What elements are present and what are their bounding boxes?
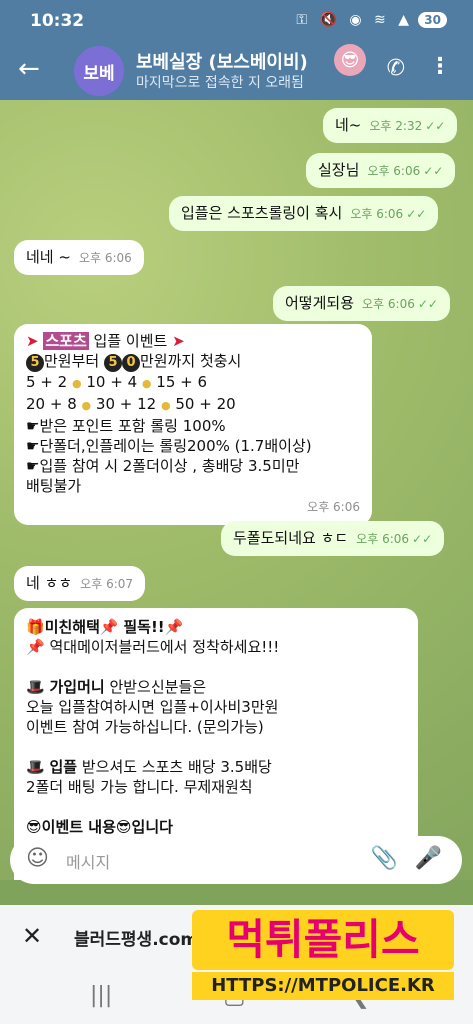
double-check-icon: ✓✓ — [423, 164, 444, 178]
coin-icon: ● — [81, 399, 92, 412]
message-text: 두폴도되네요 ㅎㄷ — [233, 529, 349, 547]
right-arrow-icon: ➤ — [172, 332, 185, 350]
message-time: 오후 6:06 — [356, 532, 410, 546]
sunglasses-icon: 😎 — [26, 818, 42, 836]
sunglasses-icon: 😎 — [334, 44, 366, 76]
event-line: 20 + 8 ● 30 + 12 ● 50 + 20 — [26, 395, 236, 413]
message-time: 오후 2:32 — [369, 119, 423, 133]
pointing-hand-icon: ☛ — [26, 417, 40, 435]
event-title: 입플 이벤트 — [93, 332, 168, 350]
last-seen-status: 마지막으로 접속한 지 오래됨 — [136, 75, 304, 91]
more-vert-icon[interactable]: ⋮ — [429, 54, 451, 79]
recents-icon[interactable]: ||| — [90, 983, 112, 1008]
message-bubble[interactable]: 두폴도되네요 ㅎㄷ 오후 6:06 ✓✓ — [221, 521, 445, 556]
microphone-icon[interactable]: 🎤 — [415, 846, 442, 871]
watermark-logo: 먹튀폴리스 — [192, 910, 454, 970]
message-text: 실장님 — [318, 161, 360, 179]
double-check-icon: ✓✓ — [406, 207, 427, 221]
pointing-hand-icon: ☛ — [26, 437, 40, 455]
pushpin-icon: 📌 — [99, 618, 119, 636]
message-bubble[interactable]: 네 ㅎㅎ 오후 6:07 — [14, 566, 146, 601]
message-time: 오후 6:06 — [350, 207, 404, 221]
chat-header: ← 보베 보베실장 (보스베이비) 😎 마지막으로 접속한 지 오래됨 ✆ ⋮ — [0, 44, 473, 100]
message-input[interactable]: 메시지 — [66, 849, 110, 873]
close-icon[interactable]: ✕ — [22, 922, 42, 950]
pushpin-icon: 📌 — [164, 618, 184, 636]
status-time: 10:32 — [30, 11, 85, 31]
digit-five-icon: 5 — [26, 354, 44, 372]
status-bar: 10:32 ⚿ 🔇 ◉ ≋ ▲ 30 — [0, 0, 473, 44]
event-title-line: ➤ 스포츠 입플 이벤트 ➤ — [26, 331, 360, 351]
digit-five-icon: 5 — [103, 354, 122, 372]
top-hat-icon: 🎩 — [26, 678, 45, 696]
message-text: 네~ — [335, 116, 362, 134]
chat-title[interactable]: 보베실장 (보스베이비) — [136, 48, 308, 74]
event-message-bubble[interactable]: ➤ 스포츠 입플 이벤트 ➤ 5 만원부터 5 0 만원까지 첫충시 5 + 2 ● … — [14, 324, 372, 525]
message-time: 오후 6:06 — [367, 164, 421, 178]
digit-zero-icon: 0 — [121, 354, 140, 372]
message-text: 어떻게되용 — [285, 294, 355, 312]
event-line: ☛받은 포인트 포함 롤링 100% — [26, 417, 226, 435]
watermark: 먹튀폴리스 HTTPS://MTPOLICE.KR — [192, 910, 454, 1006]
message-text: 입플은 스포츠롤링이 혹시 — [181, 204, 343, 222]
message-bubble[interactable]: 네~ 오후 2:32 ✓✓ — [323, 108, 458, 143]
message-text: 네 ㅎㅎ — [26, 574, 73, 592]
chat-area[interactable]: 네~ 오후 2:32 ✓✓ 실장님 오후 6:06 ✓✓ 입플은 스포츠롤링이 혹시 오후… — [0, 100, 473, 880]
phone-icon[interactable]: ✆ — [387, 56, 405, 81]
message-bubble[interactable]: 입플은 스포츠롤링이 혹시 오후 6:06 ✓✓ — [169, 196, 439, 231]
message-bubble[interactable]: 실장님 오후 6:06 ✓✓ — [306, 153, 456, 188]
double-check-icon: ✓✓ — [417, 297, 438, 311]
battery-badge: 30 — [418, 12, 447, 28]
event-line: 배팅불가 — [26, 477, 82, 495]
gift-icon: 🎁 — [26, 618, 45, 636]
event-line: ☛입플 참여 시 2폴더이상 , 총배당 3.5미만 — [26, 457, 300, 475]
emoji-icon[interactable]: ☺ — [26, 846, 49, 871]
watermark-url: HTTPS://MTPOLICE.KR — [192, 972, 454, 1000]
pointing-hand-icon: ☛ — [26, 457, 40, 475]
double-check-icon: ✓✓ — [425, 119, 446, 133]
event-line: 5 + 2 ● 10 + 4 ● 15 + 6 — [26, 373, 208, 391]
message-text: 네네 ~ — [26, 248, 71, 266]
coin-icon: ● — [71, 377, 82, 390]
attach-icon[interactable]: 📎 — [371, 846, 398, 871]
status-icons: ⚿ 🔇 ◉ ≋ ▲ — [296, 12, 413, 28]
coin-icon: ● — [141, 377, 152, 390]
message-input-bar[interactable]: ☺ 메시지 📎 🎤 — [10, 836, 462, 884]
coin-icon: ● — [160, 399, 171, 412]
avatar[interactable]: 보베 — [74, 46, 124, 96]
top-hat-icon: 🎩 — [26, 758, 45, 776]
pushpin-icon: 📌 — [26, 638, 45, 656]
url-text[interactable]: 블러드평생.com — [74, 925, 198, 950]
message-time: 오후 6:06 — [307, 500, 360, 514]
event-line: 5 만원부터 5 0 만원까지 첫충시 — [26, 351, 360, 372]
message-time: 오후 6:06 — [78, 251, 132, 265]
back-arrow-icon[interactable]: ← — [18, 54, 40, 84]
sunglasses-icon: 😎 — [115, 818, 132, 836]
left-arrow-icon: ➤ — [26, 332, 39, 350]
event-line: ☛단폴더,인플레이는 롤링200% (1.7배이상) — [26, 437, 312, 455]
message-bubble[interactable]: 네네 ~ 오후 6:06 — [14, 240, 144, 275]
message-time: 오후 6:07 — [80, 577, 134, 591]
message-time: 오후 6:06 — [362, 297, 415, 311]
message-bubble[interactable]: 어떻게되용 오후 6:06 ✓✓ — [273, 286, 450, 321]
sports-tag: 스포츠 — [43, 332, 89, 350]
double-check-icon: ✓✓ — [412, 532, 433, 546]
